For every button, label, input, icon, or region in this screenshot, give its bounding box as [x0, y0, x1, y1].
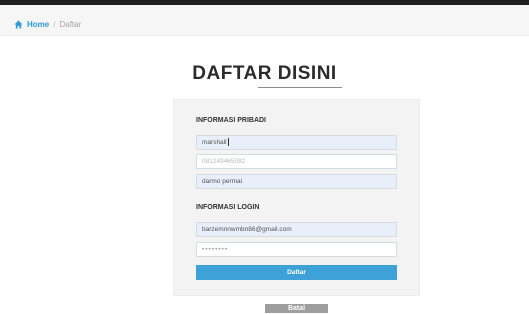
- breadcrumb-separator: /: [53, 19, 56, 29]
- breadcrumb-bar: Home / Daftar: [0, 5, 529, 36]
- email-field[interactable]: barzemnnwmbn86@gmail.com: [196, 222, 397, 237]
- password-field[interactable]: ••••••••: [196, 242, 397, 257]
- breadcrumb: Home / Daftar: [14, 18, 81, 30]
- title-underline: [258, 87, 342, 88]
- name-field[interactable]: marshall: [196, 135, 397, 150]
- name-field-value: marshall: [202, 139, 227, 146]
- batal-cancel-button[interactable]: Batal: [265, 304, 328, 313]
- address-field[interactable]: darmo permai: [196, 174, 397, 189]
- text-cursor: [227, 138, 229, 147]
- home-icon[interactable]: [14, 19, 23, 29]
- personal-info-heading: INFORMASI PRIBADI: [196, 117, 266, 124]
- breadcrumb-home-link[interactable]: Home: [27, 20, 49, 29]
- daftar-submit-button[interactable]: Daftar: [196, 265, 397, 280]
- login-info-heading: INFORMASI LOGIN: [196, 204, 260, 211]
- breadcrumb-current: Daftar: [59, 19, 82, 29]
- phone-field[interactable]: 081249465082: [196, 154, 397, 169]
- page-title: DAFTAR DISINI: [192, 63, 337, 84]
